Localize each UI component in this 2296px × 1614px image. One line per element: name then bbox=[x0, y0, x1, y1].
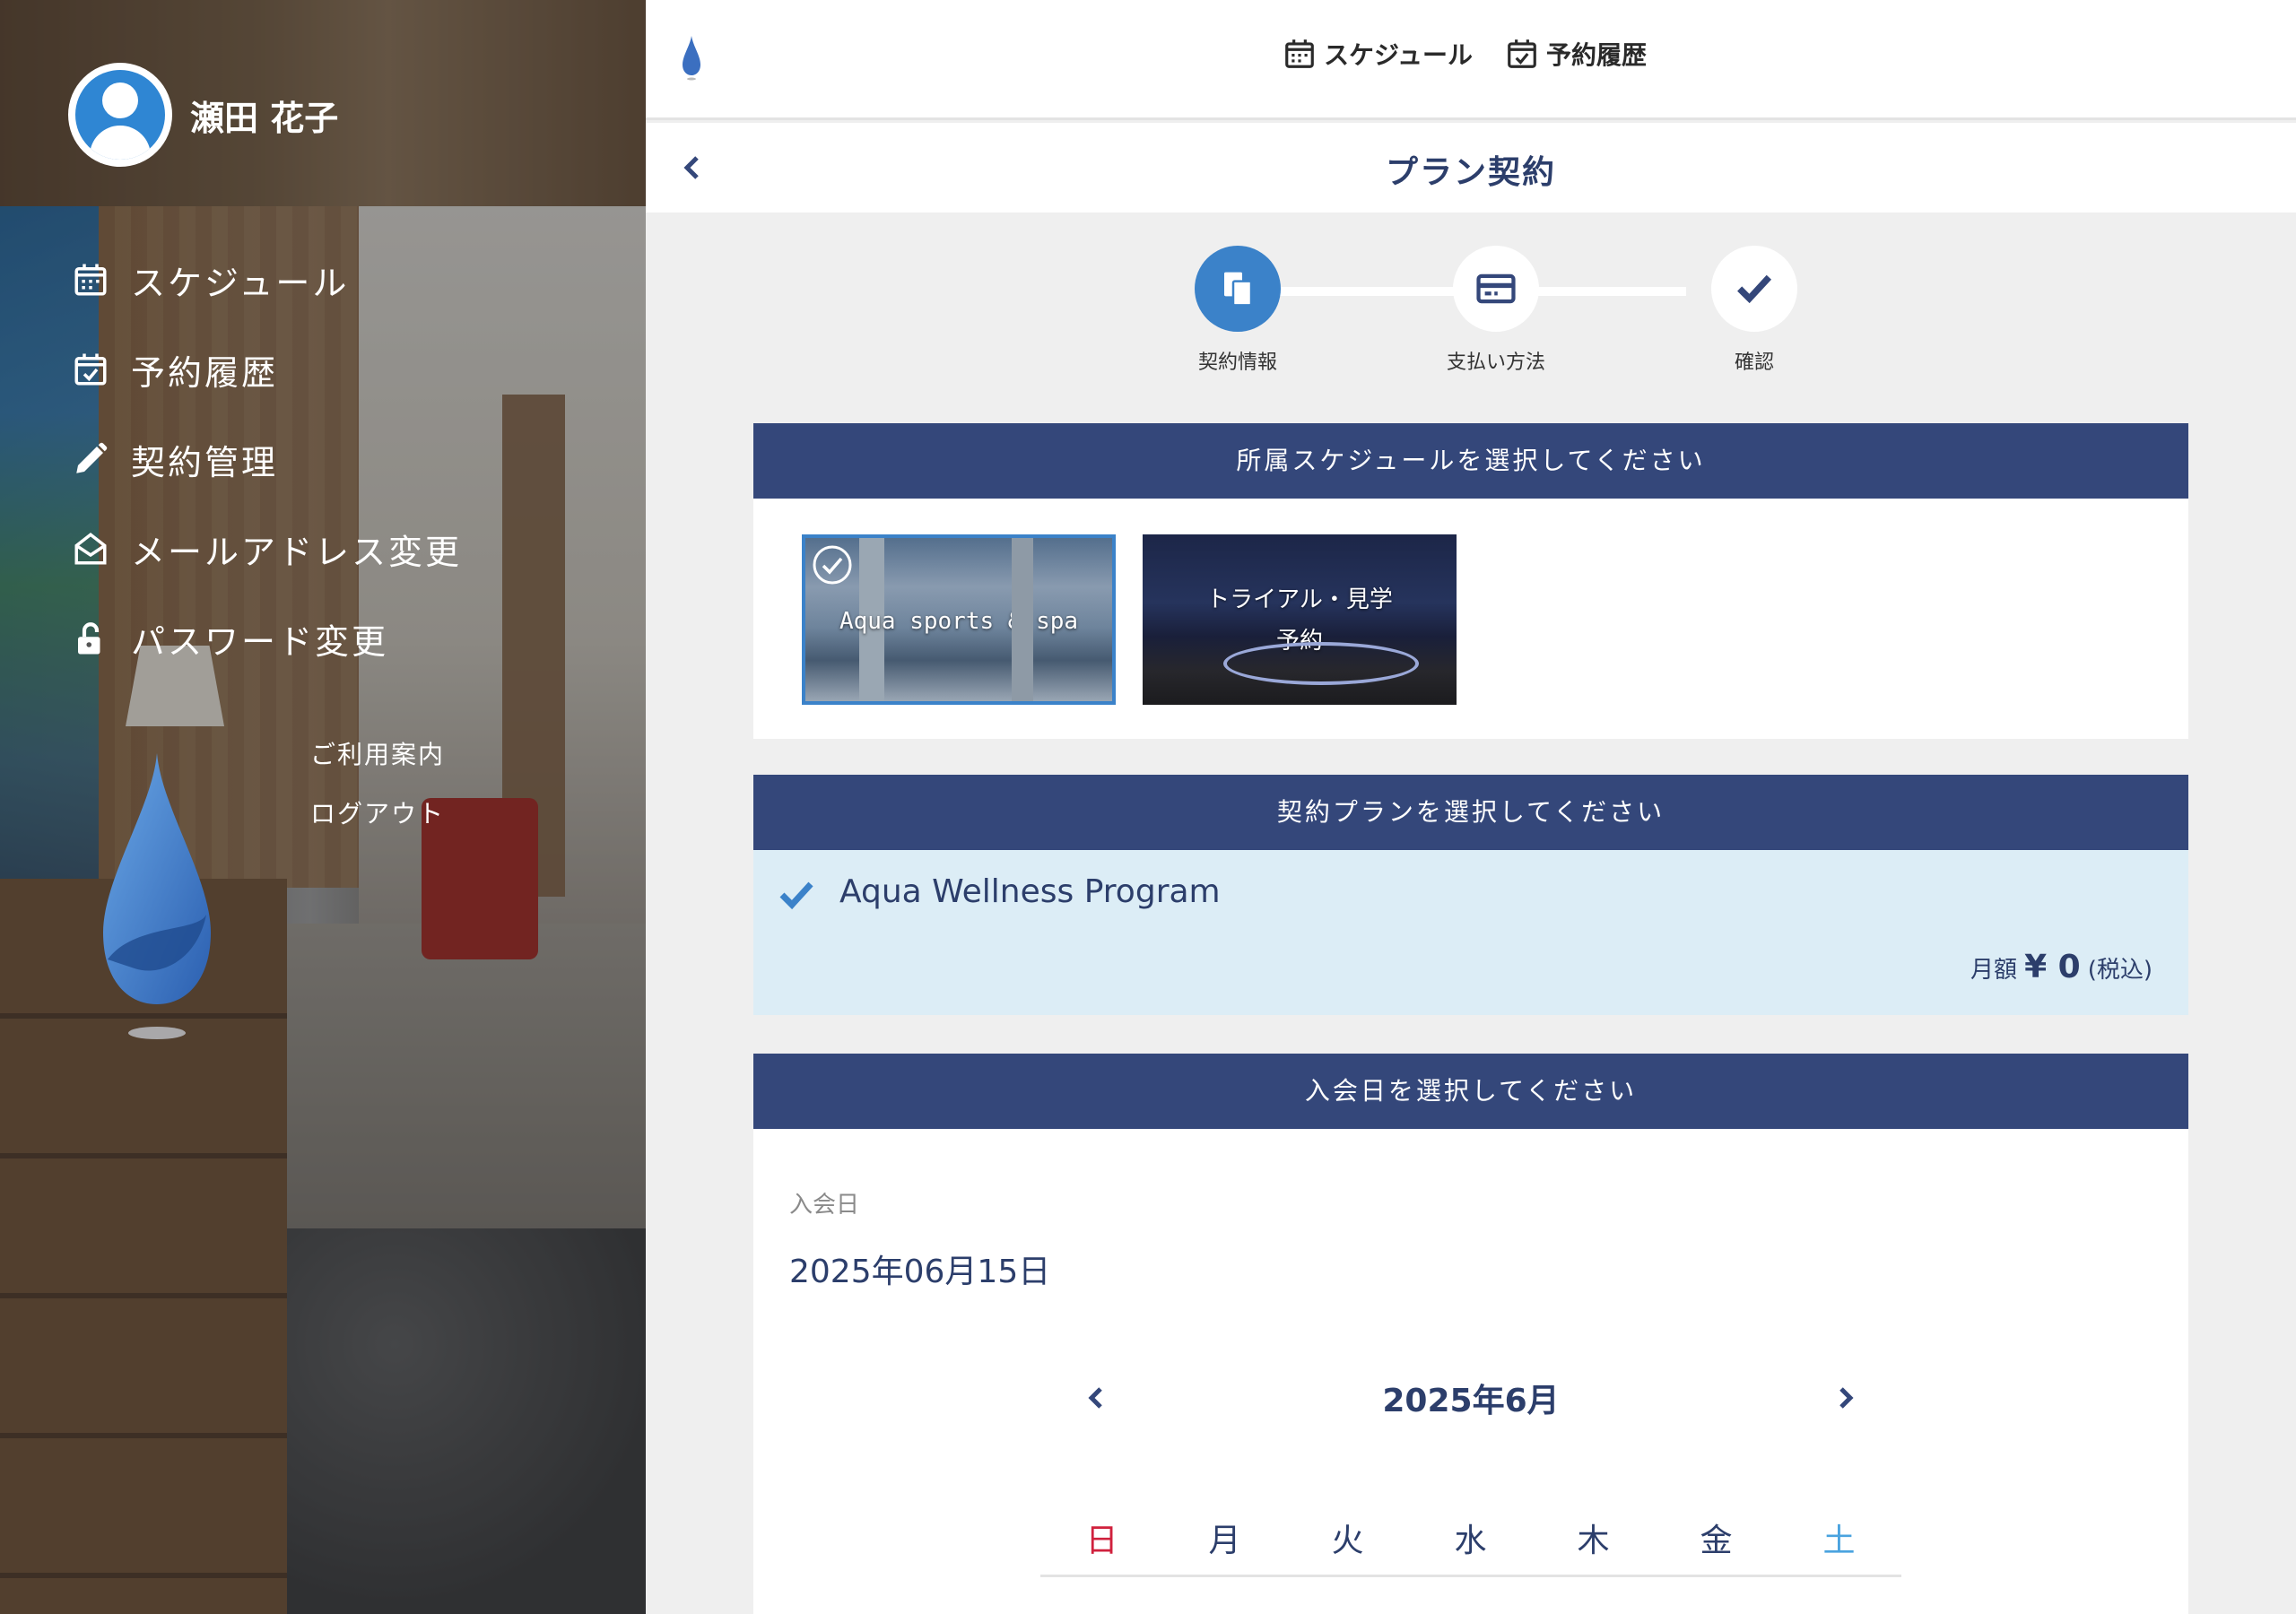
sidebar-item-label: パスワード変更 bbox=[131, 621, 389, 662]
step-label: 支払い方法 bbox=[1446, 351, 1545, 374]
top-nav: スケジュール 予約履歴 bbox=[1283, 36, 1679, 72]
logout-link[interactable]: ログアウト bbox=[310, 794, 445, 854]
sidebar-item-label: 契約管理 bbox=[131, 442, 279, 482]
sidebar-links: ご利用案内 ログアウト bbox=[310, 735, 445, 854]
step-label: 契約情報 bbox=[1197, 351, 1277, 374]
sidebar-item-password-change[interactable]: パスワード変更 bbox=[72, 594, 462, 683]
sidebar-item-label: スケジュール bbox=[131, 263, 350, 303]
step-circle bbox=[1195, 246, 1281, 332]
weekday-sunday: 日 bbox=[1085, 1523, 1118, 1559]
plan-section-header: 契約プランを選択してください bbox=[753, 775, 2188, 850]
check-icon bbox=[1737, 274, 1772, 304]
step-circle bbox=[1453, 246, 1539, 332]
sidebar-item-email-change[interactable]: メールアドレス変更 bbox=[72, 504, 462, 594]
weekday-monday: 月 bbox=[1208, 1523, 1241, 1559]
price-prefix: 月額 bbox=[1970, 957, 2018, 984]
pencil-icon bbox=[76, 442, 108, 473]
calendar-next-button[interactable] bbox=[1826, 1378, 1866, 1418]
schedule-card-label: Aqua sports & spa bbox=[839, 608, 1079, 635]
schedule-section-header: 所属スケジュールを選択してください bbox=[753, 423, 2188, 499]
progress-stepper: 契約情報 支払い方法 確認 bbox=[1166, 246, 1797, 380]
date-section-body: 入会日 2025年06月15日 2025年6月 日 月 火 水 木 金 土 bbox=[753, 1129, 2188, 1614]
step-label: 確認 bbox=[1734, 351, 1774, 374]
schedule-section-body: Aqua sports & spa トライアル・見学予約 bbox=[753, 499, 2188, 739]
weekday-tuesday: 火 bbox=[1331, 1523, 1364, 1559]
sidebar-item-label: 予約履歴 bbox=[131, 352, 279, 393]
chevron-right-icon bbox=[1839, 1387, 1854, 1409]
check-icon bbox=[779, 881, 813, 910]
price-suffix: (税込) bbox=[2087, 957, 2152, 984]
step-confirm: 確認 bbox=[1683, 246, 1826, 375]
calendar-weekdays: 日 月 火 水 木 金 土 bbox=[1040, 1514, 1901, 1577]
price-amount: ¥ 0 bbox=[2024, 949, 2081, 985]
clipboard-copy-icon bbox=[1224, 272, 1253, 307]
schedule-card-aqua-sports-spa[interactable]: Aqua sports & spa bbox=[802, 534, 1116, 705]
step-circle bbox=[1711, 246, 1797, 332]
drop-logo-icon[interactable] bbox=[682, 36, 701, 81]
sidebar-item-label: メールアドレス変更 bbox=[131, 532, 463, 572]
top-nav-reservations[interactable]: 予約履歴 bbox=[1505, 36, 1647, 72]
calendar-month: 2025年6月 bbox=[1382, 1383, 1560, 1419]
guide-link[interactable]: ご利用案内 bbox=[310, 735, 445, 794]
schedule-card-label: トライアル・見学予約 bbox=[1206, 586, 1393, 655]
plan-option-selected[interactable]: Aqua Wellness Program 月額 ¥ 0 (税込) bbox=[753, 850, 2188, 1015]
credit-card-icon bbox=[1476, 273, 1516, 304]
avatar bbox=[68, 63, 172, 167]
top-navbar: スケジュール 予約履歴 bbox=[646, 0, 2296, 120]
plan-price: 月額 ¥ 0 (税込) bbox=[1970, 949, 2152, 985]
user-icon bbox=[75, 70, 165, 160]
calendar-icon bbox=[74, 264, 107, 296]
date-section-header: 入会日を選択してください bbox=[753, 1054, 2188, 1129]
sidebar-item-reservations[interactable]: 予約履歴 bbox=[72, 325, 462, 414]
envelope-open-icon bbox=[74, 533, 107, 565]
weekday-wednesday: 水 bbox=[1454, 1523, 1487, 1559]
sidebar-menu: スケジュール 予約履歴 契約管理 メールアドレス変更 パスワード変更 bbox=[72, 235, 462, 683]
page-title: プラン契約 bbox=[1385, 154, 1556, 191]
drop-logo-icon bbox=[103, 753, 211, 1039]
unlock-icon bbox=[78, 622, 100, 655]
weekday-thursday: 木 bbox=[1577, 1523, 1610, 1559]
step-payment-method: 支払い方法 bbox=[1424, 246, 1568, 375]
plan-name: Aqua Wellness Program bbox=[839, 873, 1221, 910]
user-profile[interactable]: 瀬田 花子 bbox=[68, 63, 338, 167]
calendar-check-icon bbox=[1508, 39, 1536, 68]
top-nav-label: 予約履歴 bbox=[1546, 40, 1648, 70]
sidebar-item-schedule[interactable]: スケジュール bbox=[72, 235, 462, 325]
top-nav-label: スケジュール bbox=[1324, 40, 1474, 70]
check-circle-icon bbox=[813, 545, 852, 585]
weekday-saturday: 土 bbox=[1822, 1523, 1856, 1559]
join-date-value[interactable]: 2025年06月15日 bbox=[789, 1245, 1050, 1292]
step-contract-info: 契約情報 bbox=[1166, 246, 1309, 375]
sidebar: 瀬田 花子 スケジュール 予約履歴 契約管理 メールアドレス変更 パスワード変更… bbox=[0, 0, 646, 1614]
calendar-check-icon bbox=[74, 353, 107, 386]
user-name: 瀬田 花子 bbox=[190, 98, 339, 138]
page-header: プラン契約 bbox=[646, 123, 2296, 213]
join-date-label: 入会日 bbox=[789, 1192, 860, 1219]
calendar-icon bbox=[1285, 39, 1314, 68]
sidebar-item-contracts[interactable]: 契約管理 bbox=[72, 414, 462, 504]
calendar-header: 2025年6月 bbox=[1076, 1371, 1866, 1425]
schedule-card-trial[interactable]: トライアル・見学予約 bbox=[1143, 534, 1457, 705]
top-nav-schedule[interactable]: スケジュール bbox=[1283, 36, 1473, 72]
weekday-friday: 金 bbox=[1700, 1523, 1733, 1559]
